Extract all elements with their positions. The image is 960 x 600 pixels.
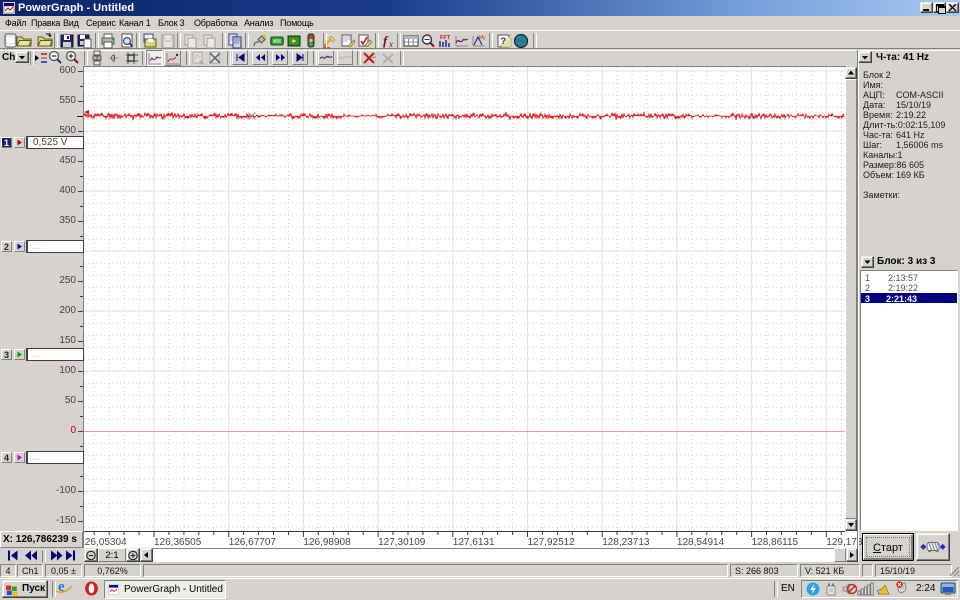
svg-text:My: My xyxy=(479,35,486,41)
svg-text:128,54914: 128,54914 xyxy=(677,537,725,548)
svg-text:127,92512: 127,92512 xyxy=(528,537,576,548)
svg-text:128,23713: 128,23713 xyxy=(602,537,650,548)
svg-text:0: 0 xyxy=(111,54,116,63)
svg-text:128,86115: 128,86115 xyxy=(752,537,799,548)
svg-text:126,98908: 126,98908 xyxy=(303,537,351,548)
svg-text:126,05304: 126,05304 xyxy=(79,537,127,548)
svg-text:126,36505: 126,36505 xyxy=(154,537,202,548)
svg-text:127,6131: 127,6131 xyxy=(453,537,495,548)
svg-text:127,30109: 127,30109 xyxy=(378,537,426,548)
svg-text:126,67707: 126,67707 xyxy=(229,537,277,548)
svg-text:?: ? xyxy=(501,36,507,46)
svg-text:x: x xyxy=(388,39,393,49)
